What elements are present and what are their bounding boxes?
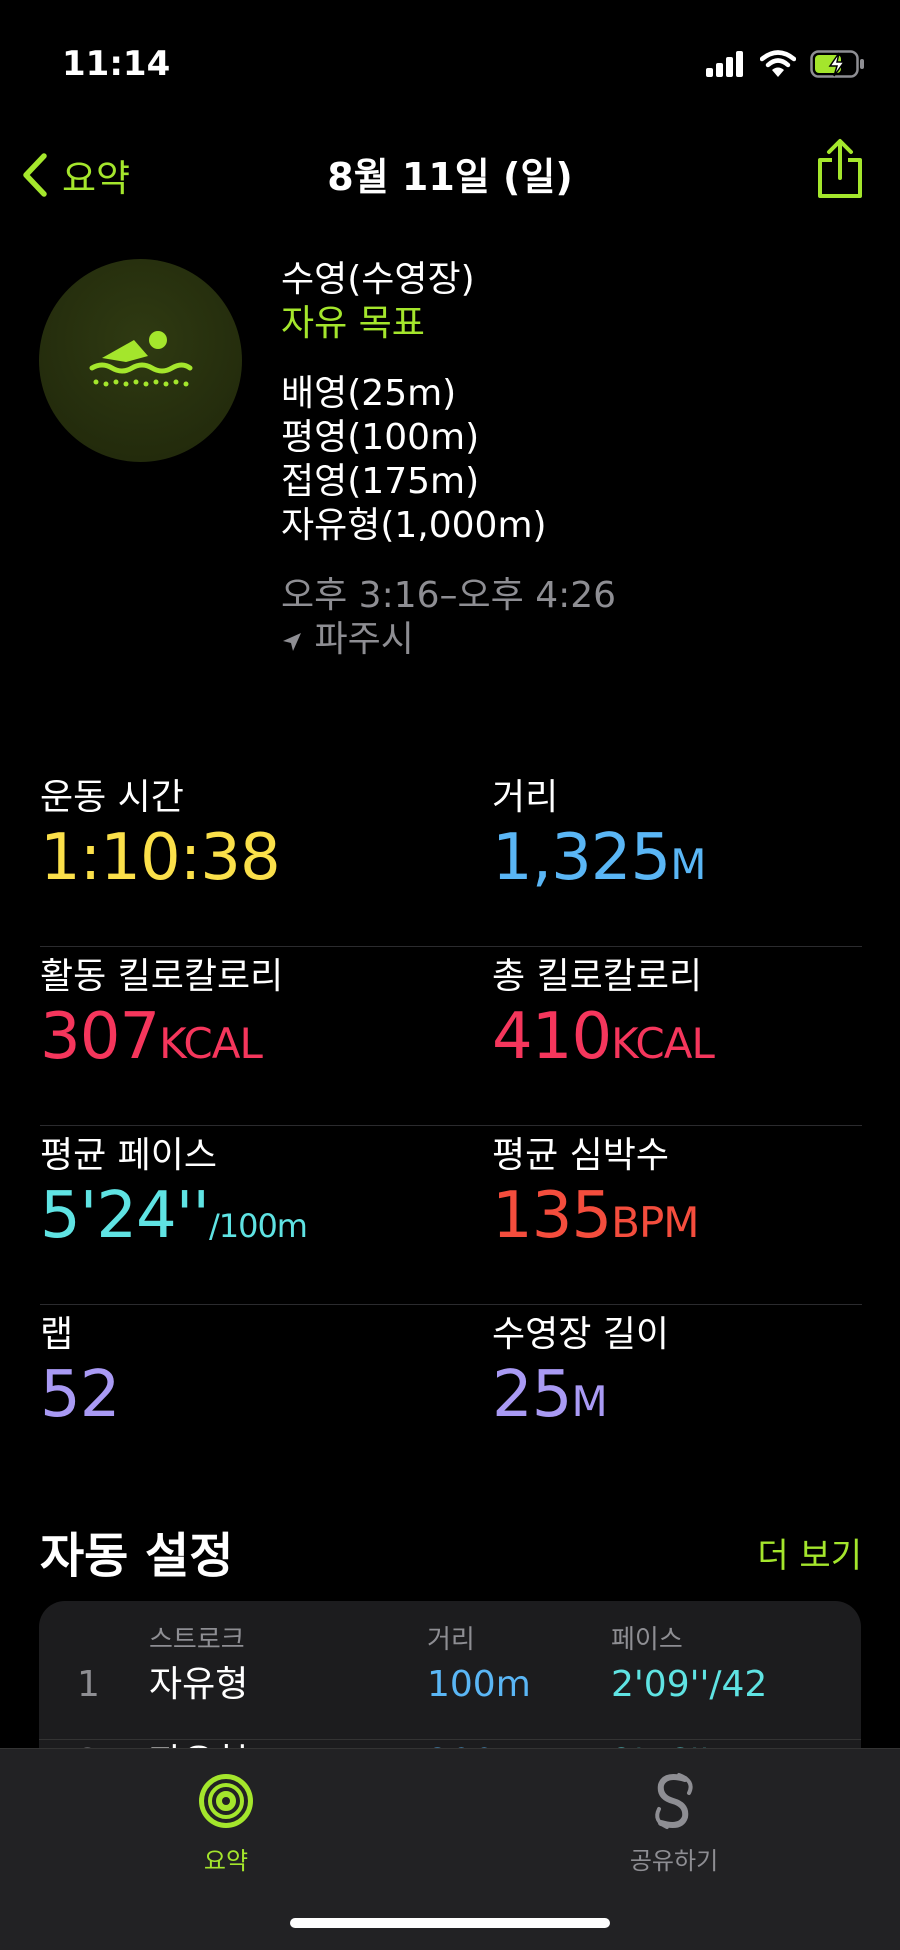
section-title: 자동 설정: [40, 1528, 234, 1584]
activity-rings-icon: [199, 1774, 253, 1828]
metric-label: 평균 심박수: [492, 1135, 670, 1176]
metric-value: 5'24'': [40, 1179, 210, 1253]
swimming-icon: [89, 330, 192, 386]
stroke-item: 배영(25m): [281, 373, 457, 414]
metric-unit: BPM: [611, 1198, 699, 1247]
row-distance: 100m: [427, 1664, 531, 1705]
metric-duration: 운동 시간 1:10:38: [40, 768, 281, 895]
tab-label: 공유하기: [629, 1847, 719, 1875]
share-button[interactable]: [814, 138, 866, 204]
wifi-icon: [760, 50, 796, 77]
metric-label: 활동 킬로칼로리: [40, 956, 284, 997]
location: 파주시: [281, 618, 616, 662]
location-arrow-icon: [283, 633, 301, 651]
workout-info: 수영(수영장) 자유 목표 배영(25m) 평영(100m) 접영(175m) …: [281, 258, 616, 662]
metric-unit: M: [571, 1377, 607, 1426]
location-name: 파주시: [314, 619, 414, 660]
workout-type-badge: [39, 259, 242, 462]
metric-total-kcal: 총 킬로칼로리 410KCAL: [492, 947, 715, 1080]
metrics-row: 활동 킬로칼로리 307KCAL 총 킬로칼로리 410KCAL: [40, 947, 862, 1126]
metric-value: 52: [40, 1358, 120, 1432]
metric-pool-length: 수영장 길이 25M: [492, 1305, 669, 1438]
metric-value: 1:10:38: [40, 821, 281, 895]
sharing-icon: [655, 1773, 693, 1829]
row-stroke: 자유형: [149, 1664, 249, 1705]
row-index: 1: [77, 1664, 100, 1705]
tab-share[interactable]: 공유하기: [594, 1771, 754, 1876]
metric-avg-pace: 평균 페이스 5'24''/100m: [40, 1126, 308, 1262]
metric-unit: KCAL: [159, 1019, 263, 1068]
show-more-link[interactable]: 더 보기: [757, 1528, 862, 1577]
metric-unit: KCAL: [611, 1019, 715, 1068]
metric-label: 수영장 길이: [492, 1314, 670, 1355]
metric-value: 410: [492, 1000, 612, 1074]
status-time: 11:14: [62, 44, 171, 84]
table-row[interactable]: 1 자유형 100m 2'09''/42: [39, 1661, 861, 1740]
metrics-grid: 운동 시간 1:10:38 거리 1,325M 활동 킬로칼로리 307KCAL…: [40, 768, 862, 1483]
stroke-item: 접영(175m): [281, 461, 480, 502]
metric-value: 135: [492, 1179, 612, 1253]
time-range: 오후 3:16–오후 4:26: [281, 575, 617, 616]
metric-label: 운동 시간: [40, 777, 184, 818]
share-icon: [818, 139, 862, 198]
tab-summary[interactable]: 요약: [146, 1771, 306, 1876]
tab-label: 요약: [203, 1847, 249, 1875]
row-pace: 2'09''/42: [611, 1664, 768, 1705]
metrics-row: 평균 페이스 5'24''/100m 평균 심박수 135BPM: [40, 1126, 862, 1305]
metric-distance: 거리 1,325M: [492, 768, 706, 901]
battery-charging-icon: [810, 50, 864, 78]
metrics-row: 랩 52 수영장 길이 25M: [40, 1305, 862, 1483]
metric-label: 평균 페이스: [40, 1135, 218, 1176]
stroke-item: 자유형(1,000m): [281, 505, 547, 546]
metric-unit: /100m: [208, 1207, 308, 1245]
workout-goal: 자유 목표: [281, 303, 425, 344]
home-indicator[interactable]: [290, 1918, 610, 1928]
stroke-item: 평영(100m): [281, 417, 480, 458]
metric-label: 랩: [40, 1314, 74, 1355]
column-header-pace: 페이스: [611, 1625, 683, 1655]
metric-value: 307: [40, 1000, 160, 1074]
metric-label: 총 킬로칼로리: [492, 956, 703, 997]
workout-type: 수영(수영장): [281, 259, 475, 300]
metric-value: 1,325: [492, 821, 671, 895]
metric-value: 25: [492, 1358, 572, 1432]
metric-active-kcal: 활동 킬로칼로리 307KCAL: [40, 947, 283, 1080]
metric-avg-heart-rate: 평균 심박수 135BPM: [492, 1126, 700, 1259]
page-title: 8월 11일 (일): [327, 155, 573, 199]
metric-laps: 랩 52: [40, 1305, 120, 1432]
signal-icon: [706, 51, 743, 77]
metrics-row: 운동 시간 1:10:38 거리 1,325M: [40, 768, 862, 947]
metric-label: 거리: [492, 777, 559, 818]
column-header-stroke: 스트로크: [149, 1625, 245, 1655]
status-icons: [706, 50, 866, 78]
column-header-distance: 거리: [427, 1625, 475, 1655]
metric-unit: M: [670, 840, 706, 889]
